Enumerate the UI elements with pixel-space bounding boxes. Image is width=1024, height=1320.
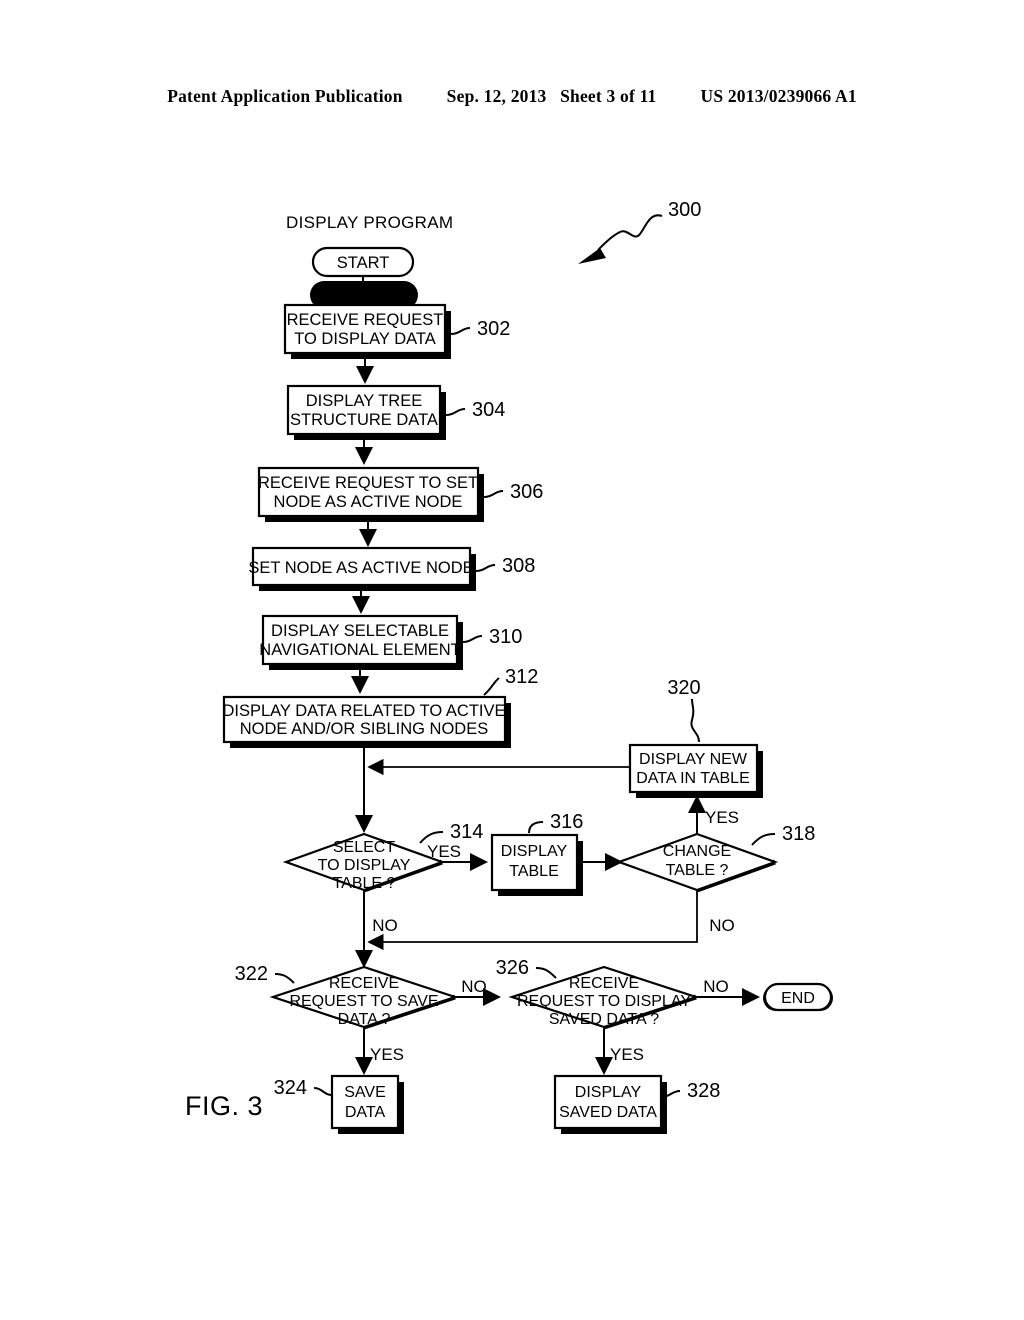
node-308-line1: SET NODE AS ACTIVE NODE <box>248 559 473 577</box>
node-312-line2: NODE AND/OR SIBLING NODES <box>240 720 488 738</box>
patent-page: Patent Application Publication Sep. 12, … <box>0 0 1024 1320</box>
edge-label-yes-314: YES <box>427 842 461 861</box>
node-326-line2: REQUEST TO DISPLAY <box>517 993 691 1010</box>
publication-date: Sep. 12, 2013 <box>446 86 547 106</box>
node-310-line1: DISPLAY SELECTABLE <box>271 622 449 640</box>
node-304-line2: STRUCTURE DATA <box>290 411 438 429</box>
edge-label-yes-326: YES <box>610 1045 644 1064</box>
publication-title: Patent Application Publication <box>167 86 403 106</box>
node-326: RECEIVE REQUEST TO DISPLAY SAVED DATA ? … <box>496 957 700 1030</box>
node-316-line2: TABLE <box>509 863 559 880</box>
node-322-line3: DATA ? <box>338 1011 391 1028</box>
node-326-line1: RECEIVE <box>569 975 639 992</box>
node-322-line1: RECEIVE <box>329 975 399 992</box>
node-328-ref: 328 <box>687 1080 720 1102</box>
node-314-line2: TO DISPLAY <box>318 857 411 874</box>
node-312-line1: DISPLAY DATA RELATED TO ACTIVE <box>222 702 505 720</box>
node-302-ref: 302 <box>477 318 510 340</box>
node-318: CHANGE TABLE ? 318 <box>615 823 815 893</box>
node-324-line2: DATA <box>345 1104 386 1121</box>
node-304-ref: 304 <box>472 399 505 421</box>
edge-label-no-318: NO <box>709 916 735 935</box>
node-316: DISPLAY TABLE 316 <box>490 811 583 896</box>
node-306-line1: RECEIVE REQUEST TO SET <box>258 474 478 492</box>
node-306: RECEIVE REQUEST TO SET NODE AS ACTIVE NO… <box>257 466 543 522</box>
node-304-line1: DISPLAY TREE <box>306 392 422 410</box>
node-302-line2: TO DISPLAY DATA <box>294 330 436 348</box>
node-312-ref: 312 <box>505 666 538 688</box>
node-320-ref: 320 <box>667 677 700 699</box>
node-316-line1: DISPLAY <box>501 843 568 860</box>
node-306-ref: 306 <box>510 481 543 503</box>
node-318-ref: 318 <box>782 823 815 845</box>
edge-label-yes-322: YES <box>370 1045 404 1064</box>
node-322-line2: REQUEST TO SAVE <box>289 993 438 1010</box>
node-310-ref: 310 <box>489 626 522 648</box>
edge-label-yes-318: YES <box>705 808 739 827</box>
edge-label-no-326: NO <box>703 977 729 996</box>
node-316-ref: 316 <box>550 811 583 833</box>
node-328: DISPLAY SAVED DATA 328 <box>553 1074 720 1134</box>
figure-3-flowchart: DISPLAY PROGRAM 300 START RECEIVE REQUES… <box>0 150 1024 1230</box>
reference-300-label: 300 <box>668 199 701 221</box>
node-326-ref: 326 <box>496 957 529 979</box>
node-324-ref: 324 <box>274 1077 307 1099</box>
node-320-line1: DISPLAY NEW <box>639 751 748 768</box>
node-324-line1: SAVE <box>344 1084 386 1101</box>
node-314-line3: TABLE ? <box>333 875 396 892</box>
node-end: END <box>763 982 833 1012</box>
reference-300: 300 <box>578 199 701 264</box>
node-306-line2: NODE AS ACTIVE NODE <box>274 493 463 511</box>
node-324: SAVE DATA 324 <box>274 1074 404 1134</box>
node-308: SET NODE AS ACTIVE NODE 308 <box>248 546 535 591</box>
node-310: DISPLAY SELECTABLE NAVIGATIONAL ELEMENT … <box>259 614 522 670</box>
node-328-line2: SAVED DATA <box>559 1104 657 1121</box>
publication-sheet-info: Sep. 12, 2013 Sheet 3 of 11 <box>447 86 657 107</box>
node-318-line2: TABLE ? <box>666 862 729 879</box>
node-end-label: END <box>781 990 815 1007</box>
node-304: DISPLAY TREE STRUCTURE DATA 304 <box>286 384 505 440</box>
node-318-line1: CHANGE <box>663 843 731 860</box>
node-326-line3: SAVED DATA ? <box>549 1011 659 1028</box>
node-314-line1: SELECT <box>333 839 395 856</box>
figure-label: FIG. 3 <box>185 1091 263 1121</box>
node-322: RECEIVE REQUEST TO SAVE DATA ? 322 <box>235 963 459 1030</box>
edge-label-no-322: NO <box>461 977 487 996</box>
publication-number: US 2013/0239066 A1 <box>700 86 857 106</box>
edge-318-no <box>367 890 698 951</box>
publication-header: Patent Application Publication Sep. 12, … <box>0 86 1024 107</box>
node-322-ref: 322 <box>235 963 268 985</box>
node-314-ref: 314 <box>450 821 483 843</box>
edge-label-no-314: NO <box>372 916 398 935</box>
node-310-line2: NAVIGATIONAL ELEMENT <box>259 641 460 659</box>
node-308-ref: 308 <box>502 555 535 577</box>
node-320-line2: DATA IN TABLE <box>636 770 750 787</box>
sheet-number: Sheet 3 of 11 <box>560 86 657 106</box>
node-328-line1: DISPLAY <box>575 1084 642 1101</box>
node-start-label: START <box>337 254 390 272</box>
diagram-title: DISPLAY PROGRAM <box>286 213 453 232</box>
node-302-line1: RECEIVE REQUEST <box>287 311 444 329</box>
node-312: DISPLAY DATA RELATED TO ACTIVE NODE AND/… <box>222 666 538 748</box>
node-302: RECEIVE REQUEST TO DISPLAY DATA 302 <box>283 303 510 359</box>
node-320: DISPLAY NEW DATA IN TABLE 320 <box>628 677 763 798</box>
